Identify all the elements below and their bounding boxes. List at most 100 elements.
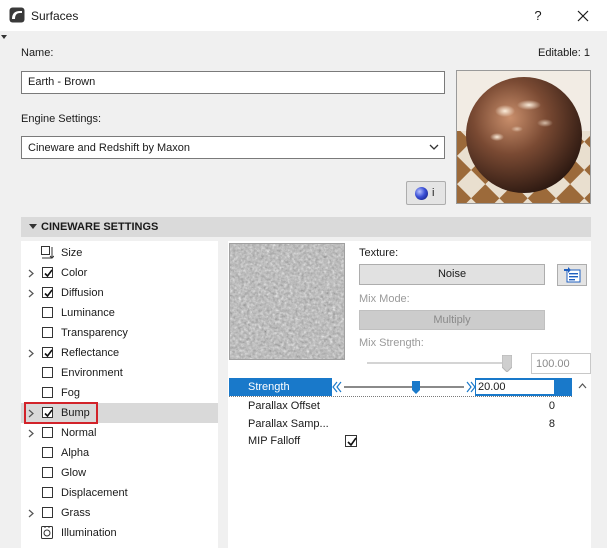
channel-item-illumination[interactable]: Illumination bbox=[21, 523, 218, 543]
mix-mode-label: Mix Mode: bbox=[359, 293, 410, 305]
channel-checkbox[interactable] bbox=[42, 307, 53, 318]
cineware-settings-header[interactable]: CINEWARE SETTINGS bbox=[21, 217, 591, 237]
mip-falloff-label: MIP Falloff bbox=[248, 435, 301, 447]
parallax-samples-label: Parallax Samp... bbox=[248, 418, 329, 430]
channel-item-diffusion[interactable]: Diffusion bbox=[21, 283, 218, 303]
property-row-parallax-samples[interactable]: Parallax Samp... 8 bbox=[229, 415, 572, 433]
checkmark-icon bbox=[44, 349, 53, 358]
channel-label: Glow bbox=[61, 467, 87, 479]
scroll-up-icon[interactable] bbox=[578, 382, 587, 390]
texture-noise-button[interactable]: Noise bbox=[359, 264, 545, 285]
window-title: Surfaces bbox=[31, 9, 79, 23]
texture-thumbnail[interactable] bbox=[229, 243, 345, 360]
help-button[interactable]: ? bbox=[527, 5, 549, 27]
channel-label: Normal bbox=[61, 427, 97, 439]
channel-label: Color bbox=[61, 267, 88, 279]
section-collapse-icon bbox=[29, 224, 37, 229]
channel-checkbox[interactable] bbox=[42, 467, 53, 478]
close-icon bbox=[577, 10, 589, 22]
expand-chevron-icon[interactable] bbox=[28, 429, 34, 438]
channel-checkbox[interactable] bbox=[42, 427, 53, 438]
channel-item-reflectance[interactable]: Reflectance bbox=[21, 343, 218, 363]
expand-chevron-icon[interactable] bbox=[28, 289, 34, 298]
chevron-down-icon bbox=[429, 144, 439, 150]
channel-checkbox[interactable] bbox=[42, 447, 53, 458]
checkmark-icon bbox=[44, 269, 53, 278]
expand-chevron-icon[interactable] bbox=[28, 269, 34, 278]
parallax-samples-value[interactable]: 8 bbox=[549, 418, 555, 430]
checkmark-icon bbox=[44, 289, 53, 298]
expand-chevron-icon[interactable] bbox=[28, 509, 34, 518]
channel-item-transparency[interactable]: Transparency bbox=[21, 323, 218, 343]
property-row-parallax-offset[interactable]: Parallax Offset 0 bbox=[229, 397, 572, 415]
texture-folder-icon bbox=[564, 267, 581, 283]
name-input[interactable]: Earth - Brown bbox=[21, 71, 445, 94]
channel-item-alpha[interactable]: Alpha bbox=[21, 443, 218, 463]
slider-left-arrow-icon[interactable] bbox=[332, 381, 342, 393]
channel-item-fog[interactable]: Fog bbox=[21, 383, 218, 403]
expand-chevron-icon[interactable] bbox=[28, 349, 34, 358]
cineware-info-button[interactable]: i bbox=[406, 181, 446, 205]
parallax-offset-value[interactable]: 0 bbox=[549, 400, 555, 412]
info-label: i bbox=[432, 187, 435, 199]
channel-label: Environment bbox=[61, 367, 123, 379]
channel-checkbox[interactable] bbox=[42, 267, 53, 278]
collapse-arrow-icon[interactable] bbox=[1, 35, 7, 39]
mip-falloff-checkbox[interactable] bbox=[345, 435, 357, 447]
channel-item-size[interactable]: Size bbox=[21, 243, 218, 263]
material-preview bbox=[456, 70, 591, 204]
strength-label: Strength bbox=[248, 381, 290, 393]
channel-item-environment[interactable]: Environment bbox=[21, 363, 218, 383]
texture-options-button[interactable] bbox=[557, 264, 587, 286]
parallax-offset-label: Parallax Offset bbox=[248, 400, 320, 412]
channel-label: Luminance bbox=[61, 307, 115, 319]
app-icon bbox=[9, 7, 25, 23]
channel-label: Alpha bbox=[61, 447, 90, 459]
engine-settings-value: Cineware and Redshift by Maxon bbox=[28, 142, 191, 154]
channel-item-color[interactable]: Color bbox=[21, 263, 218, 283]
mix-strength-label: Mix Strength: bbox=[359, 337, 424, 349]
channel-checkbox[interactable] bbox=[42, 507, 53, 518]
checkmark-icon bbox=[347, 437, 357, 447]
channel-checkbox[interactable] bbox=[42, 327, 53, 338]
channel-label: Size bbox=[61, 247, 83, 259]
strength-thumb[interactable] bbox=[412, 381, 420, 394]
property-row-strength[interactable]: Strength 20.00 bbox=[229, 378, 572, 396]
channel-label: Illumination bbox=[61, 527, 117, 539]
size-icon bbox=[40, 245, 55, 260]
property-row-mip-falloff[interactable]: MIP Falloff bbox=[229, 432, 572, 450]
channel-item-normal[interactable]: Normal bbox=[21, 423, 218, 443]
mix-strength-track bbox=[367, 362, 512, 364]
engine-settings-label: Engine Settings: bbox=[21, 113, 102, 125]
name-label: Name: bbox=[21, 47, 54, 59]
channel-checkbox[interactable] bbox=[42, 367, 53, 378]
channel-label: Diffusion bbox=[61, 287, 104, 299]
strength-track bbox=[344, 386, 464, 388]
channel-item-luminance[interactable]: Luminance bbox=[21, 303, 218, 323]
channel-label: Transparency bbox=[61, 327, 128, 339]
strength-value-input[interactable]: 20.00 bbox=[475, 379, 555, 395]
channel-item-grass[interactable]: Grass bbox=[21, 503, 218, 523]
channel-label: Displacement bbox=[61, 487, 128, 499]
channel-label: Grass bbox=[61, 507, 91, 519]
channel-checkbox[interactable] bbox=[42, 387, 53, 398]
editable-label: Editable: 1 bbox=[538, 47, 590, 59]
mix-strength-thumb bbox=[501, 354, 513, 373]
mix-mode-button: Multiply bbox=[359, 310, 545, 330]
channel-label: Fog bbox=[61, 387, 80, 399]
engine-settings-select[interactable]: Cineware and Redshift by Maxon bbox=[21, 136, 445, 159]
channel-checkbox[interactable] bbox=[42, 487, 53, 498]
section-title: CINEWARE SETTINGS bbox=[41, 221, 159, 233]
close-button[interactable] bbox=[571, 5, 595, 27]
channel-checkbox[interactable] bbox=[42, 287, 53, 298]
highlight-annotation bbox=[24, 402, 98, 424]
channel-list: Size Color Diffusion Luminance Transparency R… bbox=[21, 241, 218, 548]
mix-strength-value: 100.00 bbox=[531, 353, 591, 374]
channel-item-displacement[interactable]: Displacement bbox=[21, 483, 218, 503]
channel-item-glow[interactable]: Glow bbox=[21, 463, 218, 483]
channel-label: Reflectance bbox=[61, 347, 120, 359]
cineware-ball-icon bbox=[415, 187, 428, 200]
channel-checkbox[interactable] bbox=[42, 347, 53, 358]
texture-label: Texture: bbox=[359, 247, 399, 259]
illumination-icon bbox=[40, 525, 54, 540]
